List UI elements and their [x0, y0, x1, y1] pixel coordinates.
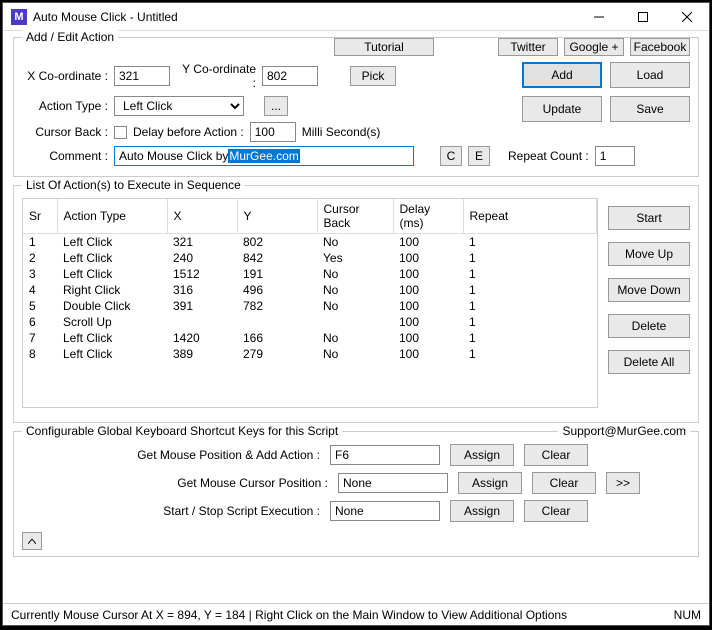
num-indicator: NUM	[674, 608, 701, 622]
table-row[interactable]: 7Left Click1420166No1001	[23, 330, 597, 346]
maximize-button[interactable]	[621, 3, 665, 31]
collapse-button[interactable]	[22, 532, 42, 550]
table-row[interactable]: 5Double Click391782No1001	[23, 298, 597, 314]
ycoord-label: Y Co-ordinate :	[176, 62, 256, 90]
action-type-select[interactable]: Left Click	[114, 96, 244, 116]
comment-input[interactable]: Auto Mouse Click by MurGee.com	[114, 146, 414, 166]
repeat-input[interactable]	[595, 146, 635, 166]
list-title: List Of Action(s) to Execute in Sequence	[22, 178, 245, 192]
minimize-button[interactable]	[577, 3, 621, 31]
sc3-assign[interactable]: Assign	[450, 500, 514, 522]
table-row[interactable]: 6Scroll Up1001	[23, 314, 597, 330]
titlebar: M Auto Mouse Click - Untitled	[3, 3, 709, 31]
statusbar: Currently Mouse Cursor At X = 894, Y = 1…	[3, 603, 709, 625]
window-title: Auto Mouse Click - Untitled	[33, 10, 577, 24]
delay-input[interactable]	[250, 122, 296, 142]
table-row[interactable]: 1Left Click321802No1001	[23, 234, 597, 251]
more-button[interactable]: >>	[606, 472, 640, 494]
table-row[interactable]: 2Left Click240842Yes1001	[23, 250, 597, 266]
xcoord-input[interactable]	[114, 66, 170, 86]
repeat-label: Repeat Count :	[508, 149, 589, 163]
ycoord-input[interactable]	[262, 66, 318, 86]
comment-label: Comment :	[22, 149, 108, 163]
sc2-label: Get Mouse Cursor Position :	[108, 476, 328, 490]
tutorial-button[interactable]: Tutorial	[334, 38, 434, 56]
support-link[interactable]: Support@MurGee.com	[558, 424, 690, 438]
load-button[interactable]: Load	[610, 62, 690, 88]
actions-table[interactable]: Sr Action Type X Y Cursor Back Delay (ms…	[22, 198, 598, 408]
google-button[interactable]: Google +	[564, 38, 624, 56]
start-button[interactable]: Start	[608, 206, 690, 230]
add-edit-title: Add / Edit Action	[22, 30, 118, 44]
sc2-clear[interactable]: Clear	[532, 472, 596, 494]
delay-label: Delay before Action :	[133, 125, 244, 139]
cursor-back-checkbox[interactable]	[114, 126, 127, 139]
sc2-assign[interactable]: Assign	[458, 472, 522, 494]
move-up-button[interactable]: Move Up	[608, 242, 690, 266]
delete-button[interactable]: Delete	[608, 314, 690, 338]
add-button[interactable]: Add	[522, 62, 602, 88]
cursor-back-label: Cursor Back :	[22, 125, 108, 139]
move-down-button[interactable]: Move Down	[608, 278, 690, 302]
sc3-input[interactable]	[330, 501, 440, 521]
delete-all-button[interactable]: Delete All	[608, 350, 690, 374]
sc3-clear[interactable]: Clear	[524, 500, 588, 522]
e-button[interactable]: E	[468, 146, 490, 166]
sc3-label: Start / Stop Script Execution :	[100, 504, 320, 518]
sc1-clear[interactable]: Clear	[524, 444, 588, 466]
app-icon: M	[11, 9, 27, 25]
c-button[interactable]: C	[440, 146, 462, 166]
shortcuts-title: Configurable Global Keyboard Shortcut Ke…	[22, 424, 342, 438]
delay-unit: Milli Second(s)	[302, 125, 381, 139]
table-row[interactable]: 3Left Click1512191No1001	[23, 266, 597, 282]
status-text: Currently Mouse Cursor At X = 894, Y = 1…	[11, 608, 567, 622]
sc2-input[interactable]	[338, 473, 448, 493]
table-row[interactable]: 4Right Click316496No1001	[23, 282, 597, 298]
list-group: List Of Action(s) to Execute in Sequence…	[13, 185, 699, 423]
pick-button[interactable]: Pick	[350, 66, 396, 86]
close-button[interactable]	[665, 3, 709, 31]
twitter-button[interactable]: Twitter	[498, 38, 558, 56]
facebook-button[interactable]: Facebook	[630, 38, 690, 56]
table-row[interactable]: 8Left Click389279No1001	[23, 346, 597, 362]
add-edit-group: Add / Edit Action Tutorial Twitter Googl…	[13, 37, 699, 177]
sc1-assign[interactable]: Assign	[450, 444, 514, 466]
xcoord-label: X Co-ordinate :	[22, 69, 108, 83]
save-button[interactable]: Save	[610, 96, 690, 122]
app-window: M Auto Mouse Click - Untitled Add / Edit…	[2, 2, 710, 626]
sc1-label: Get Mouse Position & Add Action :	[100, 448, 320, 462]
shortcuts-group: Configurable Global Keyboard Shortcut Ke…	[13, 431, 699, 557]
update-button[interactable]: Update	[522, 96, 602, 122]
sc1-input[interactable]	[330, 445, 440, 465]
action-more-button[interactable]: ...	[264, 96, 288, 116]
action-type-label: Action Type :	[22, 99, 108, 113]
